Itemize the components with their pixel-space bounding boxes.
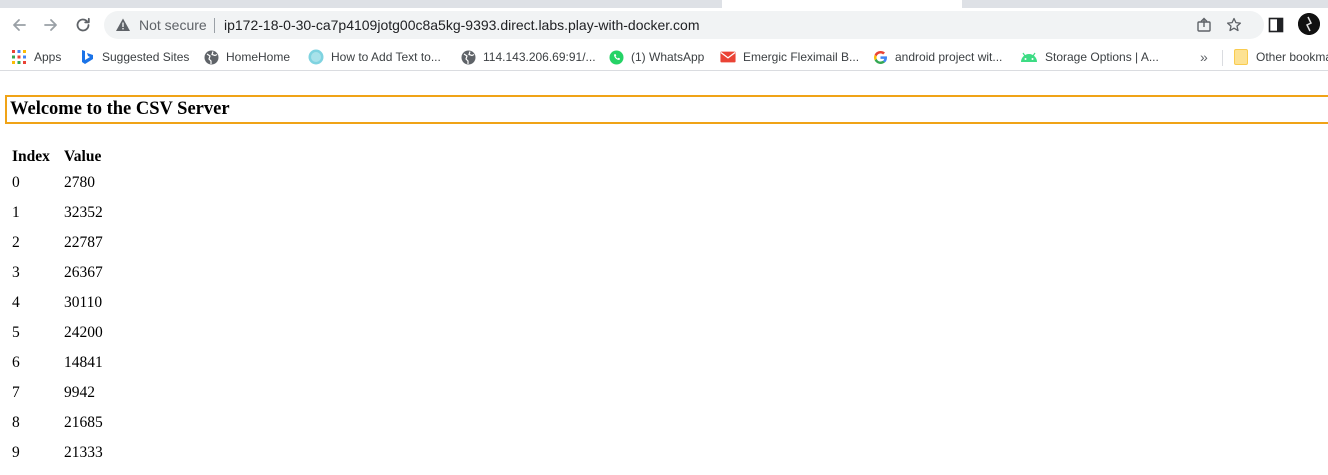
bookmark-label: android project wit... <box>895 50 1003 64</box>
globe-icon <box>460 49 476 65</box>
active-tab[interactable] <box>722 0 962 8</box>
bookmark-how-to-add-text[interactable]: How to Add Text to... <box>308 48 441 66</box>
column-header-value: Value <box>64 148 102 165</box>
mail-icon <box>720 49 736 65</box>
bookmark-label: Apps <box>34 50 62 64</box>
bookmark-whatsapp[interactable]: (1) WhatsApp <box>608 48 704 66</box>
back-arrow-icon <box>13 19 26 31</box>
table-header-row: Index Value <box>12 146 103 168</box>
apps-grid-icon <box>11 49 27 65</box>
value-cell: 24200 <box>64 324 103 341</box>
index-cell: 9 <box>12 444 20 461</box>
column-header-index: Index <box>12 148 50 165</box>
value-cell: 26367 <box>64 264 103 281</box>
profile-avatar[interactable] <box>1298 13 1320 35</box>
table-row: 9 21333 <box>12 438 103 468</box>
index-cell: 0 <box>12 174 20 191</box>
tab-strip <box>0 0 1328 8</box>
bookmark-storage-options[interactable]: Storage Options | A... <box>1020 48 1159 66</box>
value-cell: 21685 <box>64 414 103 431</box>
index-cell: 8 <box>12 414 20 431</box>
table-row: 5 24200 <box>12 318 103 348</box>
index-cell: 3 <box>12 264 20 281</box>
reload-button[interactable] <box>70 12 96 38</box>
bookmarks-bar: Apps Suggested Sites HomeHome How to Add… <box>0 44 1328 71</box>
google-icon <box>872 49 888 65</box>
site-icon <box>308 49 324 65</box>
heading-box: Welcome to the CSV Server <box>5 95 1328 124</box>
index-cell: 1 <box>12 204 20 221</box>
bookmark-star-icon[interactable] <box>1226 17 1242 33</box>
bookmarks-overflow-button[interactable]: » <box>1200 48 1208 66</box>
bookmark-apps[interactable]: Apps <box>11 48 61 66</box>
avatar-image-icon <box>1298 13 1320 35</box>
share-icon[interactable] <box>1196 17 1212 33</box>
table-row: 4 30110 <box>12 288 103 318</box>
address-bar[interactable]: Not secure ip172-18-0-30-ca7p4109jotg00c… <box>104 11 1264 39</box>
value-cell: 2780 <box>64 174 95 191</box>
bing-icon <box>79 49 95 65</box>
value-cell: 30110 <box>64 294 103 311</box>
url-text[interactable]: ip172-18-0-30-ca7p4109jotg00c8a5kg-9393.… <box>224 17 700 33</box>
bookmark-label: How to Add Text to... <box>331 50 441 64</box>
table-row: 7 9942 <box>12 378 103 408</box>
bookmark-label: Other bookmarks <box>1256 50 1328 64</box>
index-cell: 7 <box>12 384 20 401</box>
bookmark-label: HomeHome <box>226 50 291 64</box>
warning-triangle-icon[interactable] <box>115 17 131 33</box>
globe-icon <box>203 49 219 65</box>
bookmark-label: » <box>1200 49 1208 65</box>
bookmark-emergic-fleximail[interactable]: Emergic Fleximail B... <box>720 48 859 66</box>
back-button[interactable] <box>6 12 32 38</box>
value-cell: 21333 <box>64 444 103 461</box>
forward-button[interactable] <box>38 12 64 38</box>
whatsapp-icon <box>608 49 624 65</box>
index-cell: 5 <box>12 324 20 341</box>
table-row: 8 21685 <box>12 408 103 438</box>
omnibox-divider <box>214 18 215 33</box>
bookmark-ip-address[interactable]: 114.143.206.69:91/... <box>460 48 596 66</box>
bookmarks-separator <box>1222 50 1223 66</box>
table-row: 1 32352 <box>12 198 103 228</box>
index-cell: 6 <box>12 354 20 371</box>
table-row: 6 14841 <box>12 348 103 378</box>
browser-toolbar: Not secure ip172-18-0-30-ca7p4109jotg00c… <box>0 8 1328 42</box>
bookmark-homehome[interactable]: HomeHome <box>203 48 290 66</box>
page-title: Welcome to the CSV Server <box>10 99 230 119</box>
bookmark-label: (1) WhatsApp <box>631 50 705 64</box>
reload-icon <box>76 17 90 32</box>
value-cell: 14841 <box>64 354 103 371</box>
bookmark-android-project[interactable]: android project wit... <box>872 48 1002 66</box>
side-panel-icon[interactable] <box>1268 17 1284 33</box>
bookmark-other-bookmarks[interactable]: Other bookmarks <box>1233 48 1328 66</box>
index-cell: 2 <box>12 234 20 251</box>
index-cell: 4 <box>12 294 20 311</box>
folder-icon <box>1233 49 1249 65</box>
page-content: Welcome to the CSV Server Index Value 0 2… <box>0 76 1328 475</box>
value-cell: 32352 <box>64 204 103 221</box>
value-cell: 9942 <box>64 384 95 401</box>
table-row: 0 2780 <box>12 168 103 198</box>
bookmark-suggested-sites[interactable]: Suggested Sites <box>79 48 189 66</box>
security-status-label[interactable]: Not secure <box>139 17 207 33</box>
bookmark-label: Emergic Fleximail B... <box>743 50 860 64</box>
table-row: 2 22787 <box>12 228 103 258</box>
value-cell: 22787 <box>64 234 103 251</box>
android-icon <box>1020 49 1038 65</box>
csv-table: Index Value 0 2780 1 32352 2 22787 3 26367 4… <box>10 146 105 468</box>
forward-arrow-icon <box>44 19 57 31</box>
bookmark-label: 114.143.206.69:91/... <box>483 50 596 64</box>
bookmark-label: Suggested Sites <box>102 50 190 64</box>
bookmark-label: Storage Options | A... <box>1045 50 1159 64</box>
table-row: 3 26367 <box>12 258 103 288</box>
